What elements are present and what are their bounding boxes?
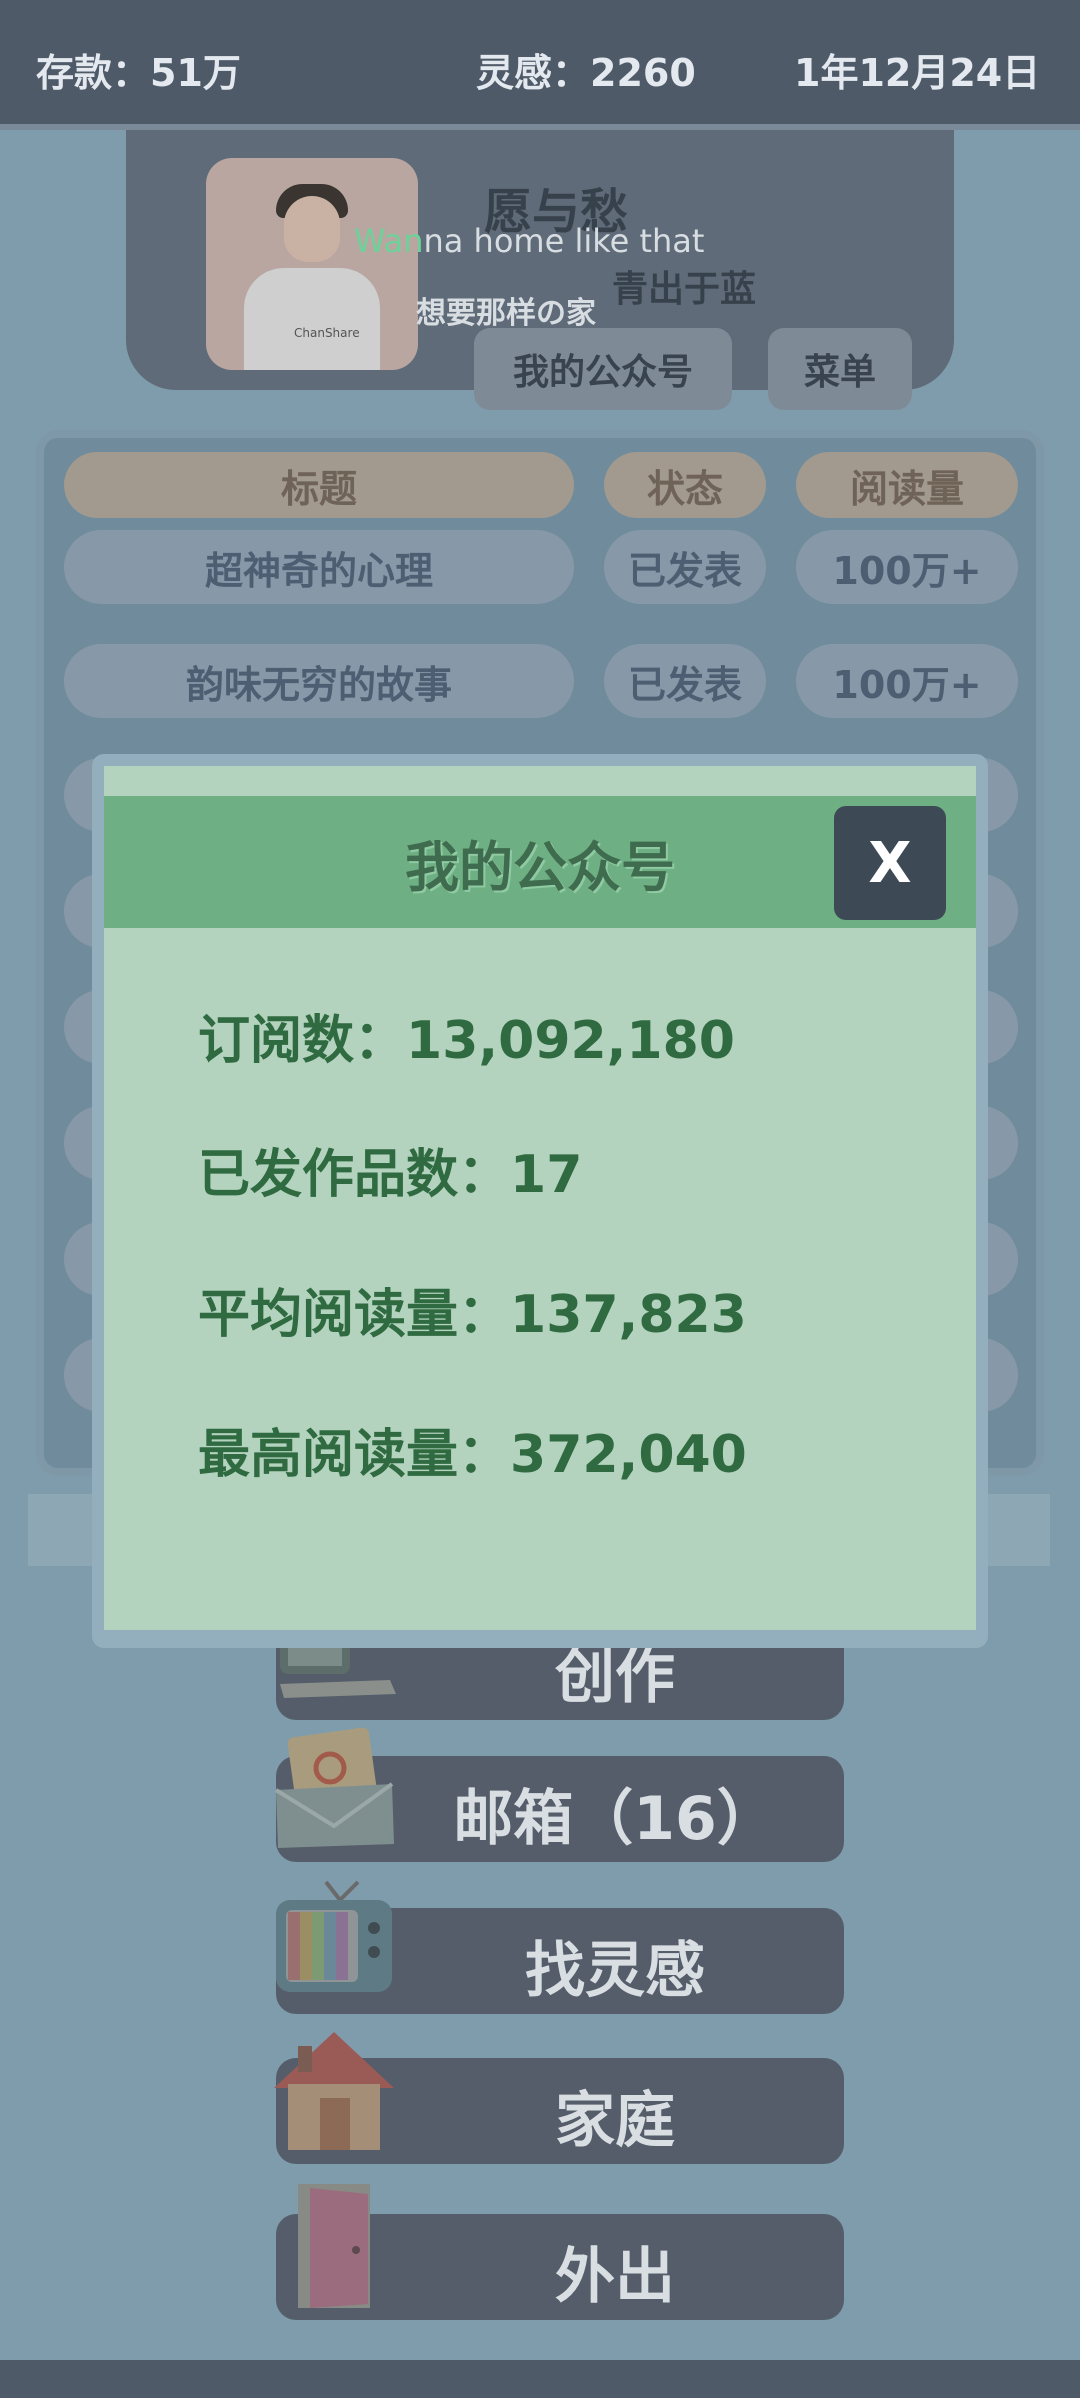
table-row[interactable]: 韵味无穷的故事 已发表 100万+ xyxy=(64,644,1024,718)
average-reads-value: 137,823 xyxy=(510,1285,747,1345)
stat-published: 已发作品数：17 xyxy=(198,1132,582,1207)
profile-signature: 青出于蓝 xyxy=(612,269,757,310)
status-bar: 存款：51万 灵感：2260 1年12月24日 xyxy=(0,0,1080,130)
table-row[interactable]: 超神奇的心理 已发表 100万+ xyxy=(64,530,1024,604)
door-icon xyxy=(298,2184,370,2308)
avatar-head xyxy=(284,196,340,262)
row-reads: 100万+ xyxy=(796,530,1018,604)
tagline-rest: na home like that xyxy=(423,222,705,260)
go-out-label: 外出 xyxy=(555,2242,675,2312)
max-reads-label: 最高阅读量： xyxy=(198,1425,511,1485)
mailbox-button[interactable]: 邮箱（16） xyxy=(274,1727,844,1862)
house-icon xyxy=(274,2032,394,2150)
tagline-highlight: Wan xyxy=(354,222,424,260)
stat-average-reads: 平均阅读量：137,823 xyxy=(198,1272,747,1347)
go-out-button[interactable]: 外出 xyxy=(276,2184,844,2320)
family-button[interactable]: 家庭 xyxy=(274,2032,844,2164)
subscribers-value: 13,092,180 xyxy=(406,1011,735,1071)
game-date: 1年12月24日 xyxy=(794,51,1041,95)
published-label: 已发作品数： xyxy=(198,1145,511,1205)
bottom-bar xyxy=(0,2360,1080,2398)
avatar-body xyxy=(244,268,380,370)
average-reads-label: 平均阅读量： xyxy=(198,1285,511,1345)
row-status: 已发表 xyxy=(604,530,766,604)
profile-tagline-cn: 想要那样の家 xyxy=(416,296,596,331)
row-status: 已发表 xyxy=(604,644,766,718)
published-value: 17 xyxy=(510,1145,583,1205)
family-label: 家庭 xyxy=(555,2086,675,2156)
row-title: 韵味无穷的故事 xyxy=(64,644,574,718)
tv-icon xyxy=(276,1880,392,1992)
mail-icon xyxy=(274,1727,394,1848)
savings-value: 存款：51万 xyxy=(36,51,241,95)
stat-subscribers: 订阅数：13,092,180 xyxy=(198,998,735,1073)
avatar-shirt-text: ChanShare xyxy=(294,326,360,340)
mailbox-label: 邮箱（16） xyxy=(453,1784,777,1854)
menu-button[interactable]: 菜单 xyxy=(768,328,912,410)
avatar: ChanShare xyxy=(206,158,418,370)
subscribers-label: 订阅数： xyxy=(198,1011,407,1071)
official-account-dialog: 我的公众号 X 订阅数：13,092,180 已发作品数：17 平均阅读量：13… xyxy=(104,766,976,1630)
official-account-button[interactable]: 我的公众号 xyxy=(474,328,732,410)
profile-card: ChanShare 愿与愁 Wanna home like that 青出于蓝 … xyxy=(126,130,954,410)
header-title: 标题 xyxy=(64,452,574,518)
profile-tagline-en: Wanna home like that xyxy=(354,222,704,260)
find-inspiration-button[interactable]: 找灵感 xyxy=(276,1880,844,2014)
header-reads: 阅读量 xyxy=(796,452,1018,518)
table-header: 标题 状态 阅读量 xyxy=(64,452,1024,526)
inspiration-value: 灵感：2260 xyxy=(476,51,696,95)
row-reads: 100万+ xyxy=(796,644,1018,718)
stat-max-reads: 最高阅读量：372,040 xyxy=(198,1412,747,1487)
close-button[interactable]: X xyxy=(834,806,946,920)
row-title: 超神奇的心理 xyxy=(64,530,574,604)
find-inspiration-label: 找灵感 xyxy=(525,1936,705,2006)
max-reads-value: 372,040 xyxy=(510,1425,747,1485)
header-status: 状态 xyxy=(604,452,766,518)
